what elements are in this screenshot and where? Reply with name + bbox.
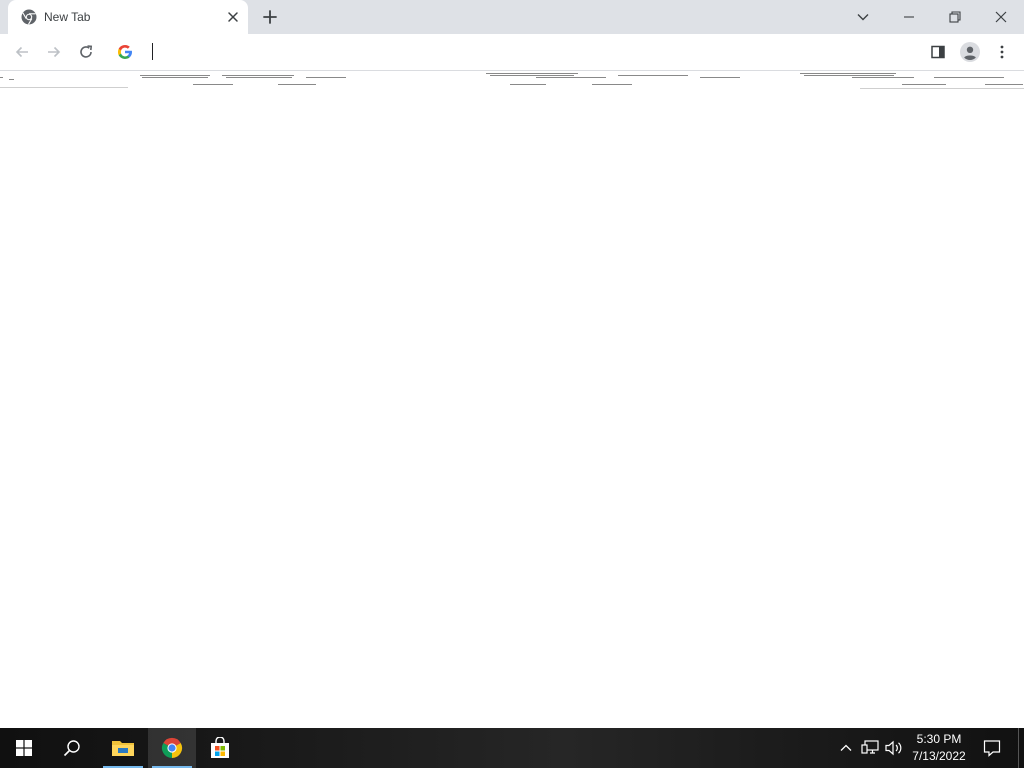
clock-date: 7/13/2022 [912, 749, 966, 763]
taskbar-file-explorer[interactable] [99, 728, 147, 768]
clock-time: 5:30 PM [916, 732, 962, 746]
side-panel-button[interactable] [926, 40, 950, 64]
tab-search-button[interactable] [840, 0, 886, 34]
show-desktop-button[interactable] [1018, 728, 1024, 768]
minimize-button[interactable] [886, 0, 932, 34]
side-panel-icon [931, 45, 945, 59]
taskbar-microsoft-store[interactable] [196, 728, 244, 768]
chrome-menu-button[interactable] [990, 40, 1014, 64]
profile-icon [960, 42, 980, 62]
show-hidden-icons-button[interactable] [836, 738, 856, 758]
restore-button[interactable] [932, 0, 978, 34]
tab-close-icon[interactable] [224, 8, 242, 26]
volume-tray-button[interactable] [884, 738, 904, 758]
restore-icon [949, 11, 961, 23]
new-tab-button[interactable] [258, 5, 282, 29]
profile-button[interactable] [958, 40, 982, 64]
back-button[interactable] [10, 40, 34, 64]
browser-tab-strip: New Tab [0, 0, 1024, 34]
forward-button[interactable] [42, 40, 66, 64]
volume-icon [885, 740, 902, 756]
taskbar-clock[interactable]: 5:30 PM 7/13/2022 [904, 731, 974, 765]
close-icon [995, 11, 1007, 23]
windows-start-icon [16, 740, 32, 756]
start-button[interactable] [0, 728, 48, 768]
taskbar-chrome[interactable] [148, 728, 196, 768]
arrow-right-icon [48, 46, 61, 58]
kebab-menu-icon [1000, 45, 1004, 59]
reload-button[interactable] [74, 40, 98, 64]
reload-icon [80, 45, 93, 58]
chrome-icon [161, 737, 183, 759]
search-icon [63, 740, 80, 757]
text-cursor [152, 43, 153, 60]
taskbar-search-button[interactable] [48, 728, 96, 768]
rendering-artifact [0, 73, 1024, 89]
google-icon [118, 45, 132, 59]
chevron-down-icon [857, 14, 869, 21]
notification-icon [983, 740, 1001, 757]
tab-title: New Tab [44, 10, 91, 24]
address-input[interactable] [150, 42, 890, 62]
chevron-up-icon [840, 744, 852, 751]
tab-new-tab[interactable]: New Tab [8, 0, 248, 34]
arrow-left-icon [15, 46, 28, 58]
file-explorer-icon [112, 741, 134, 756]
close-window-button[interactable] [978, 0, 1024, 34]
address-bar[interactable] [110, 38, 910, 66]
chrome-icon [21, 9, 37, 25]
browser-toolbar [0, 34, 1024, 71]
minimize-icon [904, 16, 914, 18]
microsoft-store-icon [211, 737, 229, 758]
action-center-button[interactable] [982, 738, 1002, 758]
windows-taskbar: 5:30 PM 7/13/2022 [0, 728, 1024, 768]
network-icon [861, 740, 879, 754]
network-tray-button[interactable] [860, 738, 880, 758]
